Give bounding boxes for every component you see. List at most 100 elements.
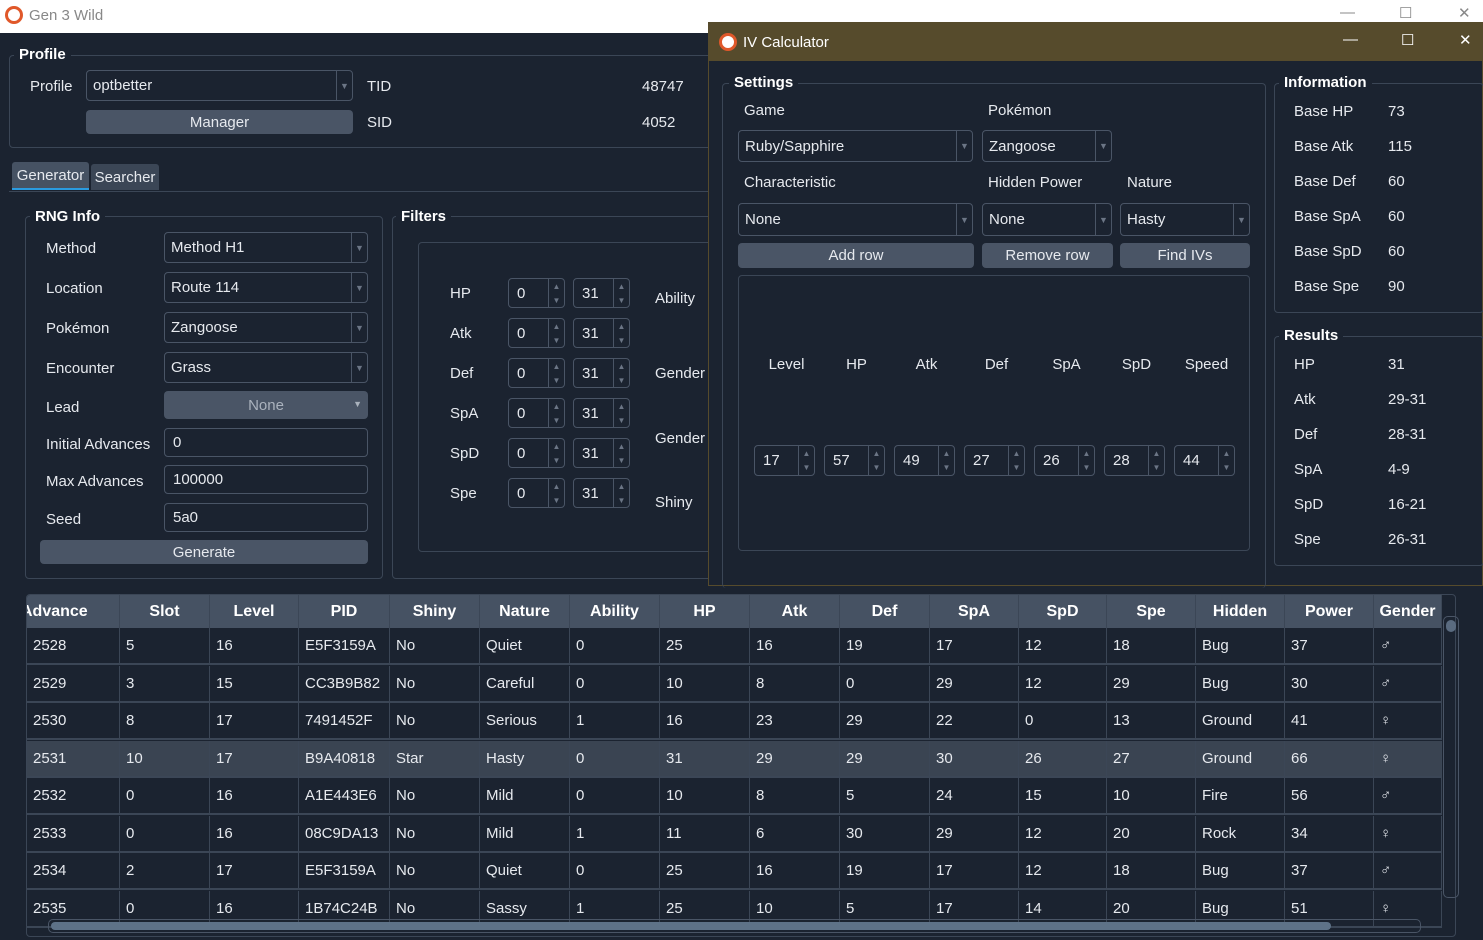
minimize-button[interactable]: — <box>1343 31 1358 48</box>
def-stat-spinbox[interactable]: 27 ▲ ▼ <box>964 445 1025 476</box>
column-header-power[interactable]: Power <box>1285 595 1374 628</box>
spin-arrows-icon[interactable]: ▲ ▼ <box>613 479 629 507</box>
nature-combo[interactable]: Hasty ▼ <box>1120 203 1250 236</box>
generate-button[interactable]: Generate <box>40 540 368 564</box>
spin-arrows-icon[interactable]: ▲ ▼ <box>548 479 564 507</box>
column-header-atk[interactable]: Atk <box>750 595 840 628</box>
hp-stat-spinbox[interactable]: 57 ▲ ▼ <box>824 445 885 476</box>
encounter-combo[interactable]: Grass ▼ <box>164 352 368 383</box>
spin-arrows-icon[interactable]: ▲ ▼ <box>613 319 629 347</box>
spa-min-spinbox[interactable]: 0 ▲ ▼ <box>508 398 565 428</box>
spin-arrows-icon[interactable]: ▲ ▼ <box>1148 446 1164 475</box>
spa-max-spinbox[interactable]: 31 ▲ ▼ <box>573 398 630 428</box>
table-cell-level: 17 <box>210 703 299 740</box>
vertical-scroll-thumb[interactable] <box>1446 620 1456 632</box>
column-header-def[interactable]: Def <box>840 595 930 628</box>
spe-min-spinbox[interactable]: 0 ▲ ▼ <box>508 478 565 508</box>
spin-arrows-icon[interactable]: ▲ ▼ <box>548 319 564 347</box>
vertical-scrollbar[interactable] <box>1443 616 1459 898</box>
column-header-hidden[interactable]: Hidden <box>1196 595 1285 628</box>
column-header-gender[interactable]: Gender <box>1374 595 1442 628</box>
app-logo-icon <box>5 6 23 24</box>
spin-arrows-icon[interactable]: ▲ ▼ <box>613 399 629 427</box>
pokemon-combo[interactable]: Zangoose ▼ <box>982 130 1112 162</box>
column-header-spd[interactable]: SpD <box>1019 595 1107 628</box>
spe-max-spinbox[interactable]: 31 ▲ ▼ <box>573 478 630 508</box>
table-row[interactable]: 2528 5 16 E5F3159A No Quiet 0 25 16 19 17 12 18 Bug 37… <box>27 628 1442 665</box>
column-header-spe[interactable]: Spe <box>1107 595 1196 628</box>
spin-arrows-icon[interactable]: ▲ ▼ <box>798 446 814 475</box>
column-header-pid[interactable]: PID <box>299 595 390 628</box>
table-row[interactable]: 2534 2 17 E5F3159A No Quiet 0 25 16 19 17 12 18 Bug 37… <box>27 853 1442 890</box>
column-header-spa[interactable]: SpA <box>930 595 1019 628</box>
lead-button[interactable]: None ▼ <box>164 391 368 419</box>
table-cell-power: 30 <box>1285 665 1374 703</box>
maximize-button[interactable]: ☐ <box>1399 4 1412 22</box>
spd-stat-spinbox[interactable]: 28 ▲ ▼ <box>1104 445 1165 476</box>
spa-stat-spinbox[interactable]: 26 ▲ ▼ <box>1034 445 1095 476</box>
hp-max-spinbox[interactable]: 31 ▲ ▼ <box>573 278 630 308</box>
column-header-nature[interactable]: Nature <box>480 595 570 628</box>
table-row[interactable]: 2531 10 17 B9A40818 Star Hasty 0 31 29 29 30 26 27 Gr… <box>27 740 1442 778</box>
column-header-ability[interactable]: Ability <box>570 595 660 628</box>
find-ivs-button[interactable]: Find IVs <box>1120 243 1250 268</box>
game-combo[interactable]: Ruby/Sapphire ▼ <box>738 130 973 162</box>
profile-combo[interactable]: optbetter ▼ <box>86 70 353 101</box>
pok-mon-combo[interactable]: Zangoose ▼ <box>164 312 368 343</box>
speed-stat-spinbox[interactable]: 44 ▲ ▼ <box>1174 445 1235 476</box>
horizontal-scroll-thumb[interactable] <box>51 922 1331 930</box>
close-button[interactable]: ✕ <box>1458 4 1471 22</box>
location-combo[interactable]: Route 114 ▼ <box>164 272 368 303</box>
column-header-advance[interactable]: Advance <box>27 595 120 628</box>
spin-arrows-icon[interactable]: ▲ ▼ <box>868 446 884 475</box>
characteristic-combo[interactable]: None ▼ <box>738 203 973 236</box>
max-advances-input[interactable]: 100000 <box>164 465 368 494</box>
column-header-level[interactable]: Level <box>210 595 299 628</box>
spin-arrows-icon[interactable]: ▲ ▼ <box>1008 446 1024 475</box>
def-min-spinbox[interactable]: 0 ▲ ▼ <box>508 358 565 388</box>
tab-searcher[interactable]: Searcher <box>91 164 159 190</box>
horizontal-scrollbar[interactable] <box>48 919 1421 933</box>
table-row[interactable]: 2532 0 16 A1E443E6 No Mild 0 10 8 5 24 15 10 Fire 56 ♂ <box>27 778 1442 815</box>
atk-stat-spinbox[interactable]: 49 ▲ ▼ <box>894 445 955 476</box>
method-combo[interactable]: Method H1 ▼ <box>164 232 368 263</box>
spin-arrows-icon[interactable]: ▲ ▼ <box>938 446 954 475</box>
spin-arrows-icon[interactable]: ▲ ▼ <box>1078 446 1094 475</box>
spin-arrows-icon[interactable]: ▲ ▼ <box>613 439 629 467</box>
column-header-shiny[interactable]: Shiny <box>390 595 480 628</box>
table-cell-advance: 2530 <box>27 703 120 740</box>
table-cell-gender: ♀ <box>1374 703 1442 740</box>
table-cell-advance: 2533 <box>27 815 120 853</box>
level-stat-spinbox[interactable]: 17 ▲ ▼ <box>754 445 815 476</box>
hidden-power-combo[interactable]: None ▼ <box>982 203 1112 236</box>
close-button[interactable]: ✕ <box>1459 31 1472 49</box>
spd-max-spinbox[interactable]: 31 ▲ ▼ <box>573 438 630 468</box>
table-cell-hidden: Ground <box>1196 703 1285 740</box>
tab-generator[interactable]: Generator <box>12 162 89 190</box>
table-row[interactable]: 2530 8 17 7491452F No Serious 1 16 23 29 22 0 13 Grou… <box>27 703 1442 740</box>
manager-button[interactable]: Manager <box>86 110 353 134</box>
table-row[interactable]: 2529 3 15 CC3B9B82 No Careful 0 10 8 0 29 12 29 Bug 30… <box>27 665 1442 703</box>
atk-min-spinbox[interactable]: 0 ▲ ▼ <box>508 318 565 348</box>
atk-max-spinbox[interactable]: 31 ▲ ▼ <box>573 318 630 348</box>
initial-advances-input[interactable]: 0 <box>164 428 368 457</box>
minimize-button[interactable]: — <box>1340 4 1355 21</box>
maximize-button[interactable]: ☐ <box>1401 31 1414 49</box>
remove-row-button[interactable]: Remove row <box>982 243 1113 268</box>
hp-min-spinbox[interactable]: 0 ▲ ▼ <box>508 278 565 308</box>
add-row-button[interactable]: Add row <box>738 243 974 268</box>
spin-arrows-icon[interactable]: ▲ ▼ <box>548 439 564 467</box>
def-max-spinbox[interactable]: 31 ▲ ▼ <box>573 358 630 388</box>
spd-min-spinbox[interactable]: 0 ▲ ▼ <box>508 438 565 468</box>
results-label: Def <box>1294 426 1318 443</box>
spin-arrows-icon[interactable]: ▲ ▼ <box>548 359 564 387</box>
spin-arrows-icon[interactable]: ▲ ▼ <box>1218 446 1234 475</box>
spin-arrows-icon[interactable]: ▲ ▼ <box>548 279 564 307</box>
column-header-slot[interactable]: Slot <box>120 595 210 628</box>
column-header-hp[interactable]: HP <box>660 595 750 628</box>
seed-input[interactable]: 5a0 <box>164 503 368 532</box>
table-row[interactable]: 2533 0 16 08C9DA13 No Mild 1 11 6 30 29 12 20 Rock 34 ♀ <box>27 815 1442 853</box>
spin-arrows-icon[interactable]: ▲ ▼ <box>548 399 564 427</box>
spin-arrows-icon[interactable]: ▲ ▼ <box>613 359 629 387</box>
spin-arrows-icon[interactable]: ▲ ▼ <box>613 279 629 307</box>
